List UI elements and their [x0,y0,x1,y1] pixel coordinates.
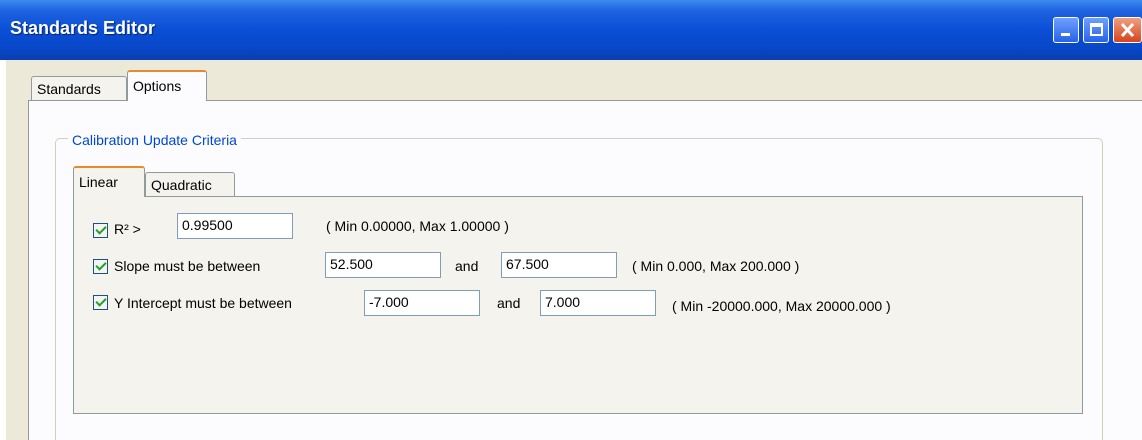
tab-quadratic[interactable]: Quadratic [145,172,235,196]
y-intercept-max-input[interactable]: 7.000 [540,290,656,316]
tab-options[interactable]: Options [127,70,207,101]
slope-label: Slope must be between [114,258,261,274]
minimize-button[interactable] [1053,17,1079,43]
slope-min-input[interactable]: 52.500 [325,252,441,278]
tab-linear[interactable]: Linear [73,166,145,197]
close-icon [1120,22,1135,38]
window-title: Standards Editor [10,18,156,38]
r-squared-input[interactable]: 0.99500 [177,213,293,239]
maximize-icon [1090,23,1103,36]
slope-range: ( Min 0.000, Max 200.000 ) [632,258,800,274]
minimize-icon [1061,33,1070,36]
y-intercept-min-input[interactable]: -7.000 [364,290,480,316]
slope-checkbox[interactable] [93,259,108,274]
r-squared-range: ( Min 0.00000, Max 1.00000 ) [326,218,509,234]
y-intercept-checkbox[interactable] [93,295,108,310]
group-legend: Calibration Update Criteria [68,132,241,148]
slope-and-label: and [455,258,479,274]
r-squared-label: R² > [114,221,141,237]
tab-standards[interactable]: Standards [31,76,127,100]
close-button[interactable] [1113,17,1142,43]
y-intercept-label: Y Intercept must be between [114,295,292,311]
slope-max-input[interactable]: 67.500 [501,252,617,278]
r-squared-checkbox[interactable] [93,223,108,238]
y-intercept-range: ( Min -20000.000, Max 20000.000 ) [672,298,891,314]
y-intercept-and-label: and [497,295,521,311]
inner-tab-strip-border [73,196,1083,197]
title-bar: Standards Editor [0,0,1142,60]
maximize-button[interactable] [1083,17,1109,43]
